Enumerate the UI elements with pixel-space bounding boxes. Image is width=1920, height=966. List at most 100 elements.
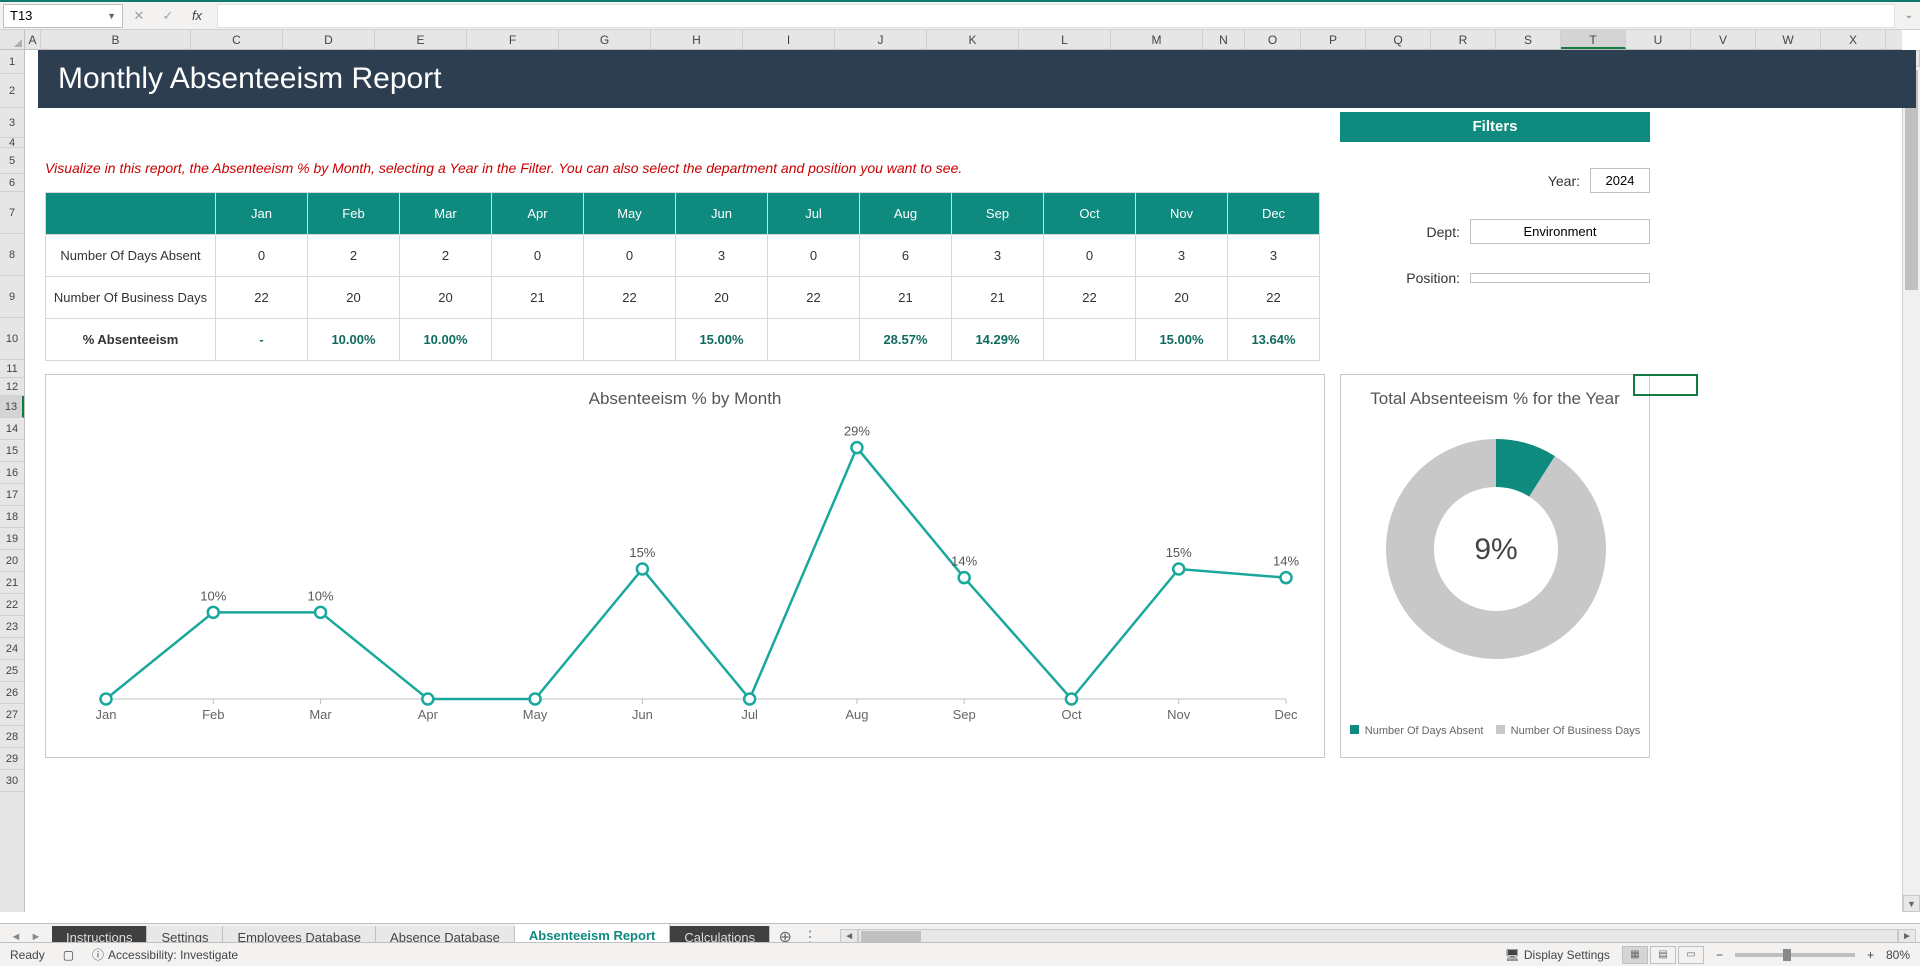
column-headers: ABCDEFGHIJKLMNOPQRSTUVWX xyxy=(25,30,1902,50)
row-header-24[interactable]: 24 xyxy=(0,638,24,660)
row-header-5[interactable]: 5 xyxy=(0,148,24,174)
instruction-text: Visualize in this report, the Absenteeis… xyxy=(45,160,962,176)
col-header-G[interactable]: G xyxy=(559,30,651,49)
line-chart-title: Absenteeism % by Month xyxy=(46,389,1324,409)
name-box-dropdown-icon[interactable]: ▼ xyxy=(107,11,116,21)
row-header-23[interactable]: 23 xyxy=(0,616,24,638)
row-header-2[interactable]: 2 xyxy=(0,74,24,108)
display-settings-button[interactable]: 🖥Display Settings xyxy=(1505,948,1610,962)
macro-record-icon[interactable]: ▢ xyxy=(63,948,74,962)
month-header: Jul xyxy=(768,193,860,235)
fx-icon[interactable]: fx xyxy=(184,4,210,28)
svg-text:Mar: Mar xyxy=(309,707,332,722)
row-header-14[interactable]: 14 xyxy=(0,418,24,440)
zoom-slider[interactable] xyxy=(1735,953,1855,957)
col-header-F[interactable]: F xyxy=(467,30,559,49)
svg-text:Apr: Apr xyxy=(418,707,439,722)
filter-position-value[interactable] xyxy=(1470,273,1650,283)
col-header-D[interactable]: D xyxy=(283,30,375,49)
grid-content[interactable]: Monthly Absenteeism Report Visualize in … xyxy=(25,50,1902,912)
vertical-scrollbar[interactable]: ▲ ▼ xyxy=(1902,50,1920,912)
formula-input[interactable] xyxy=(217,4,1895,28)
col-header-Q[interactable]: Q xyxy=(1366,30,1431,49)
col-header-L[interactable]: L xyxy=(1019,30,1111,49)
col-header-I[interactable]: I xyxy=(743,30,835,49)
row-header-18[interactable]: 18 xyxy=(0,506,24,528)
table-cell: 21 xyxy=(952,277,1044,319)
view-page-break-icon[interactable]: ▭ xyxy=(1678,946,1704,964)
col-header-C[interactable]: C xyxy=(191,30,283,49)
row-header-17[interactable]: 17 xyxy=(0,484,24,506)
row-header-26[interactable]: 26 xyxy=(0,682,24,704)
col-header-E[interactable]: E xyxy=(375,30,467,49)
line-chart-svg: JanFebMarAprMayJunJulAugSepOctNovDec10%1… xyxy=(46,409,1326,749)
view-normal-icon[interactable]: ▦ xyxy=(1622,946,1648,964)
svg-text:Jun: Jun xyxy=(632,707,653,722)
row-header-25[interactable]: 25 xyxy=(0,660,24,682)
row-header-15[interactable]: 15 xyxy=(0,440,24,462)
col-header-T[interactable]: T xyxy=(1561,30,1626,49)
row-header-30[interactable]: 30 xyxy=(0,770,24,792)
col-header-O[interactable]: O xyxy=(1245,30,1301,49)
formula-bar-expand-icon[interactable]: ⌄ xyxy=(1898,10,1920,21)
svg-text:Nov: Nov xyxy=(1167,707,1191,722)
row-header-19[interactable]: 19 xyxy=(0,528,24,550)
row-header-3[interactable]: 3 xyxy=(0,108,24,138)
col-header-X[interactable]: X xyxy=(1821,30,1886,49)
report-title: Monthly Absenteeism Report xyxy=(38,50,1916,108)
zoom-in-button[interactable]: + xyxy=(1867,948,1874,962)
col-header-W[interactable]: W xyxy=(1756,30,1821,49)
table-cell: 3 xyxy=(1228,235,1320,277)
name-box[interactable]: T13 ▼ xyxy=(3,4,123,28)
select-all-corner[interactable] xyxy=(0,30,25,50)
filter-year-value[interactable]: 2024 xyxy=(1590,168,1650,193)
col-header-K[interactable]: K xyxy=(927,30,1019,49)
col-header-J[interactable]: J xyxy=(835,30,927,49)
row-header-6[interactable]: 6 xyxy=(0,174,24,192)
row-header-29[interactable]: 29 xyxy=(0,748,24,770)
row-header-11[interactable]: 11 xyxy=(0,360,24,378)
row-header-12[interactable]: 12 xyxy=(0,378,24,396)
row-header-20[interactable]: 20 xyxy=(0,550,24,572)
table-cell: 20 xyxy=(308,277,400,319)
col-header-B[interactable]: B xyxy=(41,30,191,49)
view-buttons: ▦ ▤ ▭ xyxy=(1622,946,1704,964)
accept-formula-icon[interactable]: ✓ xyxy=(155,4,181,28)
col-header-A[interactable]: A xyxy=(25,30,41,49)
row-header-1[interactable]: 1 xyxy=(0,50,24,74)
table-cell: 2 xyxy=(308,235,400,277)
row-header-27[interactable]: 27 xyxy=(0,704,24,726)
col-header-S[interactable]: S xyxy=(1496,30,1561,49)
row-header-8[interactable]: 8 xyxy=(0,234,24,276)
row-header-16[interactable]: 16 xyxy=(0,462,24,484)
col-header-U[interactable]: U xyxy=(1626,30,1691,49)
row-header-28[interactable]: 28 xyxy=(0,726,24,748)
accessibility-status[interactable]: ⓘAccessibility: Investigate xyxy=(92,946,238,963)
donut-chart[interactable]: Total Absenteeism % for the Year 9% Numb… xyxy=(1340,374,1650,758)
row-header-22[interactable]: 22 xyxy=(0,594,24,616)
col-header-N[interactable]: N xyxy=(1203,30,1245,49)
row-header-4[interactable]: 4 xyxy=(0,138,24,148)
line-chart[interactable]: Absenteeism % by Month JanFebMarAprMayJu… xyxy=(45,374,1325,758)
zoom-value[interactable]: 80% xyxy=(1886,948,1910,962)
row-header-9[interactable]: 9 xyxy=(0,276,24,318)
col-header-R[interactable]: R xyxy=(1431,30,1496,49)
scroll-down-icon[interactable]: ▼ xyxy=(1903,895,1920,912)
col-header-P[interactable]: P xyxy=(1301,30,1366,49)
table-cell: 3 xyxy=(676,235,768,277)
view-page-layout-icon[interactable]: ▤ xyxy=(1650,946,1676,964)
zoom-out-button[interactable]: − xyxy=(1716,948,1723,962)
cancel-formula-icon[interactable]: ✕ xyxy=(126,4,152,28)
row-header-13[interactable]: 13 xyxy=(0,396,24,418)
col-header-M[interactable]: M xyxy=(1111,30,1203,49)
svg-text:10%: 10% xyxy=(200,588,226,603)
filters-panel: Filters Year: 2024 Dept: Environment Pos… xyxy=(1340,112,1650,286)
svg-text:Feb: Feb xyxy=(202,707,224,722)
filter-dept-value[interactable]: Environment xyxy=(1470,219,1650,244)
row-header-7[interactable]: 7 xyxy=(0,192,24,234)
col-header-V[interactable]: V xyxy=(1691,30,1756,49)
row-header-10[interactable]: 10 xyxy=(0,318,24,360)
col-header-H[interactable]: H xyxy=(651,30,743,49)
hscroll-thumb[interactable] xyxy=(861,931,921,943)
row-header-21[interactable]: 21 xyxy=(0,572,24,594)
